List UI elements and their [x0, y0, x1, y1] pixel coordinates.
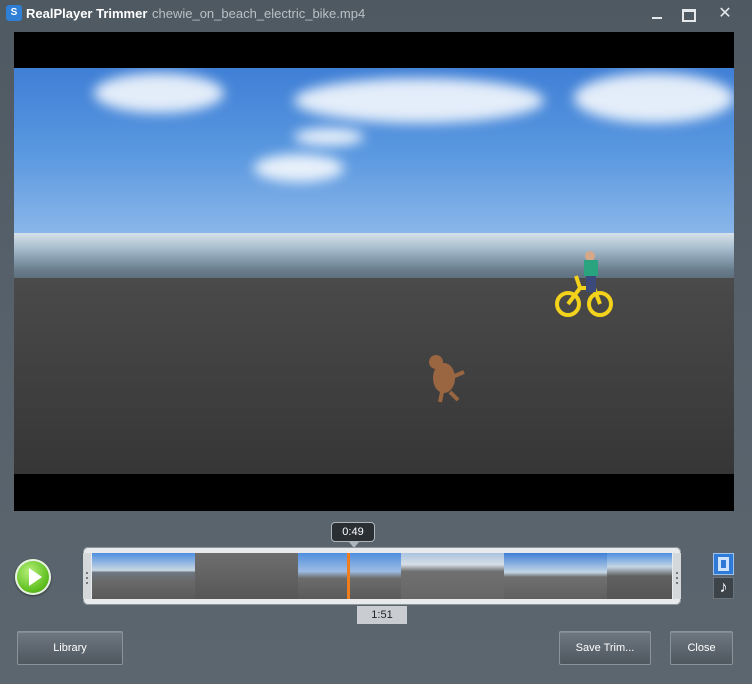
- title-bar: S RealPlayer Trimmer chewie_on_beach_ele…: [0, 0, 752, 28]
- thumbnail: [401, 553, 504, 599]
- dog-running: [429, 355, 465, 403]
- current-time-tooltip: 0:49: [331, 522, 375, 548]
- maximize-icon: [682, 9, 696, 22]
- rider-on-bike: [555, 251, 613, 317]
- video-frame: [14, 68, 734, 474]
- music-note-icon[interactable]: ♪: [713, 577, 734, 599]
- trim-start-handle[interactable]: [83, 553, 91, 599]
- trim-timeline[interactable]: [83, 547, 681, 605]
- film-icon[interactable]: [713, 553, 734, 575]
- save-trim-button[interactable]: Save Trim...: [559, 631, 651, 665]
- thumbnail-strip[interactable]: [92, 553, 672, 599]
- video-preview[interactable]: [14, 32, 734, 511]
- library-button[interactable]: Library: [17, 631, 123, 665]
- thumbnail: [92, 553, 195, 599]
- minimize-icon: [652, 17, 662, 19]
- minimize-button[interactable]: [646, 4, 668, 24]
- maximize-button[interactable]: [677, 4, 699, 24]
- thumbnail: [504, 553, 607, 599]
- file-name: chewie_on_beach_electric_bike.mp4: [152, 6, 366, 21]
- realplayer-logo-icon: S: [6, 5, 22, 21]
- thumbnail: [195, 553, 298, 599]
- close-button[interactable]: Close: [670, 631, 733, 665]
- close-window-button[interactable]: ✕: [714, 4, 736, 24]
- close-icon: ✕: [718, 5, 732, 22]
- playhead[interactable]: [347, 553, 351, 599]
- duration-label: 1:51: [357, 606, 407, 624]
- play-button[interactable]: [15, 559, 51, 595]
- trim-end-handle[interactable]: [673, 553, 681, 599]
- thumbnail: [607, 553, 672, 599]
- app-name: RealPlayer Trimmer: [26, 6, 148, 21]
